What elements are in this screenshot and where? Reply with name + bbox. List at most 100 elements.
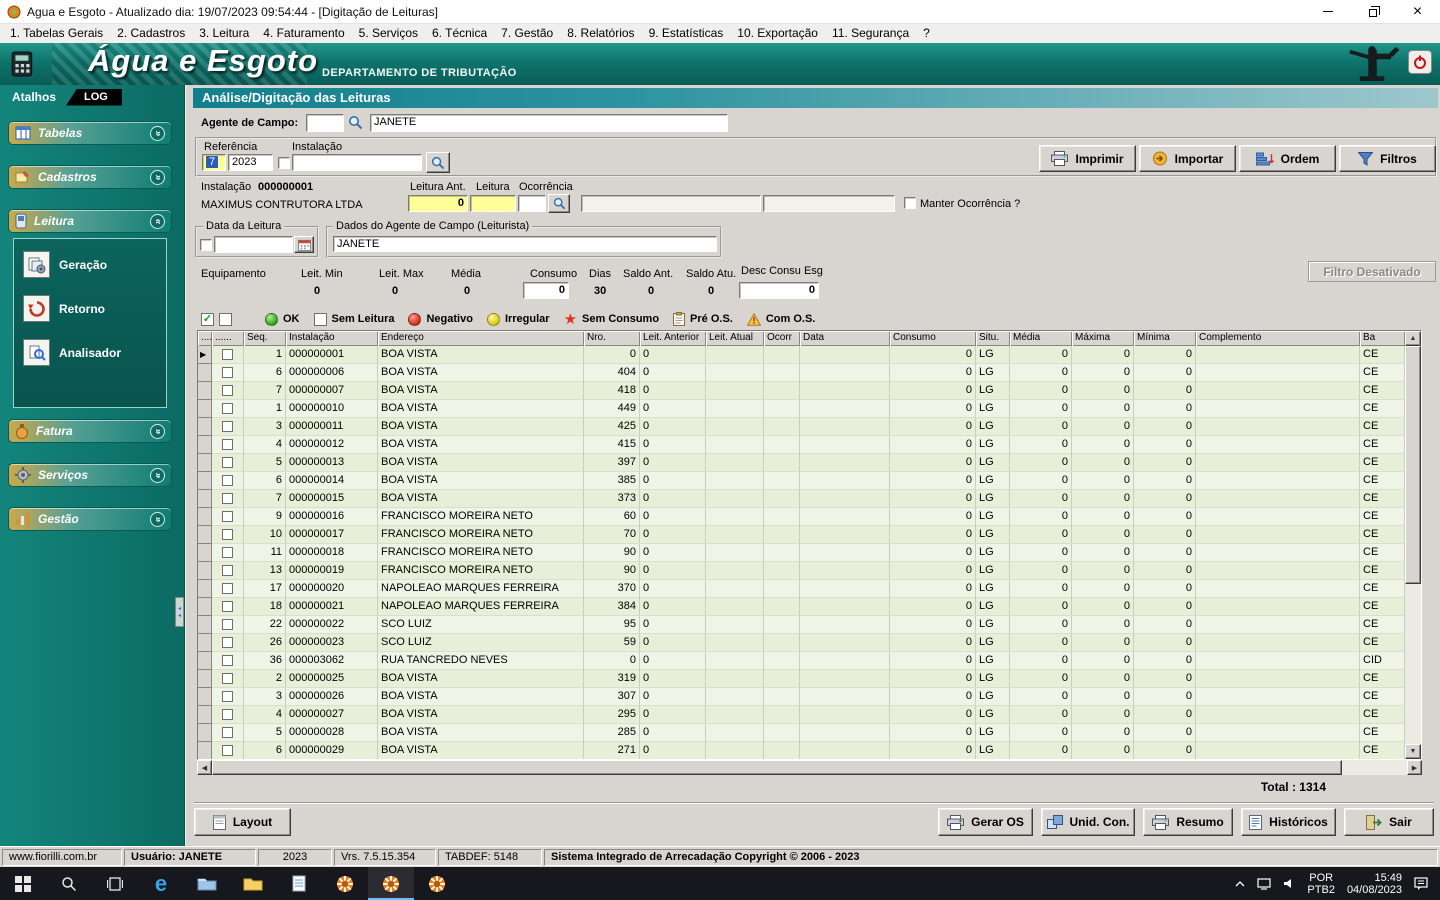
hscrollbar-thumb[interactable] — [212, 760, 1342, 775]
taskbar-app-fiorilli-1[interactable] — [322, 867, 368, 900]
table-row[interactable]: 9000000016FRANCISCO MOREIRA NETO6000LG00… — [198, 508, 1405, 526]
filtros-button[interactable]: Filtros — [1339, 145, 1436, 172]
instalacao-input[interactable] — [292, 154, 422, 171]
table-row[interactable]: 7000000015BOA VISTA37300LG000CE — [198, 490, 1405, 508]
tray-clock[interactable]: 15:49 04/08/2023 — [1347, 872, 1402, 896]
table-row[interactable]: 3000000011BOA VISTA42500LG000CE — [198, 418, 1405, 436]
column-header[interactable]: Consumo — [890, 331, 976, 346]
unid-con-button[interactable]: Unid. Con. — [1041, 808, 1135, 836]
table-row[interactable]: 2000000025BOA VISTA31900LG000CE — [198, 670, 1405, 688]
row-checkbox[interactable] — [222, 565, 233, 576]
column-header[interactable]: Máxima — [1072, 331, 1134, 346]
sidebar-item-geracao[interactable]: Geração — [23, 251, 157, 278]
taskbar-app-explorer[interactable] — [184, 867, 230, 900]
column-header[interactable]: Média — [1010, 331, 1072, 346]
start-button[interactable] — [0, 867, 46, 900]
filtro-desativado-button[interactable]: Filtro Desativado — [1308, 261, 1436, 282]
referencia-ano-input[interactable]: 2023 — [228, 154, 273, 171]
column-header[interactable]: Ba — [1360, 331, 1405, 346]
restore-button[interactable] — [1350, 0, 1395, 24]
row-checkbox[interactable] — [222, 367, 233, 378]
ocorrencia-search-button[interactable] — [548, 194, 570, 213]
column-header[interactable]: Ocorr — [764, 331, 800, 346]
horizontal-scrollbar[interactable]: ◀ ▶ — [197, 760, 1422, 775]
row-checkbox[interactable] — [222, 655, 233, 666]
menu-item-tabelas-gerais[interactable]: 1. Tabelas Gerais — [4, 25, 111, 42]
menu-item-gestao[interactable]: 7. Gestão — [495, 25, 561, 42]
historicos-button[interactable]: Históricos — [1241, 808, 1336, 836]
row-checkbox[interactable] — [222, 421, 233, 432]
table-row[interactable]: ▶1000000001BOA VISTA000LG000CE — [198, 346, 1405, 364]
referencia-checkbox[interactable] — [278, 157, 290, 169]
menu-item-cadastros[interactable]: 2. Cadastros — [111, 25, 193, 42]
sidebar-group-gestao[interactable]: Gestão « — [8, 507, 172, 531]
row-checkbox[interactable] — [222, 403, 233, 414]
sidebar-group-cadastros[interactable]: Cadastros « — [8, 165, 172, 189]
ocorrencia-codigo-input[interactable] — [518, 195, 546, 212]
importar-button[interactable]: Importar — [1139, 145, 1236, 172]
leitura-input[interactable] — [470, 195, 516, 212]
tray-volume-icon[interactable] — [1283, 878, 1295, 889]
taskbar-app-document[interactable] — [276, 867, 322, 900]
row-checkbox[interactable] — [222, 637, 233, 648]
row-checkbox[interactable] — [222, 709, 233, 720]
desc-consu-input[interactable]: 0 — [739, 282, 819, 299]
imprimir-button[interactable]: Imprimir — [1039, 145, 1136, 172]
agente-nome-input[interactable]: JANETE — [370, 114, 728, 132]
table-row[interactable]: 4000000012BOA VISTA41500LG000CE — [198, 436, 1405, 454]
ordem-button[interactable]: Ordem — [1239, 145, 1336, 172]
sair-button[interactable]: Sair — [1344, 808, 1434, 836]
table-row[interactable]: 36000003062RUA TANCREDO NEVES000LG000CID — [198, 652, 1405, 670]
deselect-all-icon[interactable] — [219, 313, 232, 326]
taskbar-app-folder[interactable] — [230, 867, 276, 900]
task-view-icon[interactable] — [92, 867, 138, 900]
select-all-icon[interactable]: ✓ — [201, 313, 214, 326]
close-button[interactable]: × — [1395, 0, 1440, 24]
table-row[interactable]: 1000000010BOA VISTA44900LG000CE — [198, 400, 1405, 418]
calendar-button[interactable] — [294, 236, 314, 253]
sidebar-group-servicos[interactable]: Serviços « — [8, 463, 172, 487]
power-button[interactable] — [1408, 50, 1432, 74]
sidebar-item-retorno[interactable]: Retorno — [23, 295, 157, 322]
instalacao-search-button[interactable] — [426, 152, 450, 173]
menu-item-servicos[interactable]: 5. Serviços — [353, 25, 426, 42]
vertical-scrollbar[interactable]: ▲ ▼ — [1405, 331, 1421, 759]
minimize-button[interactable] — [1305, 0, 1350, 24]
menu-item-estatisticas[interactable]: 9. Estatísticas — [643, 25, 732, 42]
row-checkbox[interactable] — [222, 529, 233, 540]
table-row[interactable]: 18000000021NAPOLEAO MARQUES FERREIRA3840… — [198, 598, 1405, 616]
search-icon[interactable] — [348, 115, 363, 130]
taskbar-app-edge[interactable]: e — [138, 867, 184, 900]
row-checkbox[interactable] — [222, 385, 233, 396]
column-header[interactable]: Seq. — [244, 331, 286, 346]
data-leitura-checkbox[interactable] — [200, 239, 212, 251]
sidebar-collapse-handle[interactable]: ◂◂ — [175, 597, 184, 627]
scroll-left-button[interactable]: ◀ — [197, 760, 212, 775]
row-checkbox[interactable] — [222, 583, 233, 594]
menu-item-seguranca[interactable]: 11. Segurança — [826, 25, 917, 42]
menu-item-help[interactable]: ? — [917, 25, 938, 42]
row-checkbox[interactable] — [222, 475, 233, 486]
table-row[interactable]: 13000000019FRANCISCO MOREIRA NETO9000LG0… — [198, 562, 1405, 580]
menu-item-tecnica[interactable]: 6. Técnica — [426, 25, 495, 42]
tray-chevron-icon[interactable] — [1235, 881, 1245, 887]
column-header[interactable]: Endereço — [378, 331, 584, 346]
resumo-button[interactable]: Resumo — [1143, 808, 1233, 836]
row-checkbox[interactable] — [222, 673, 233, 684]
tray-language[interactable]: POR PTB2 — [1307, 872, 1335, 896]
column-header[interactable]: ...... — [212, 331, 244, 346]
row-checkbox[interactable] — [222, 619, 233, 630]
action-center-icon[interactable] — [1414, 877, 1428, 891]
table-row[interactable]: 6000000014BOA VISTA38500LG000CE — [198, 472, 1405, 490]
row-checkbox[interactable] — [222, 547, 233, 558]
table-row[interactable]: 4000000027BOA VISTA29500LG000CE — [198, 706, 1405, 724]
leiturista-input[interactable]: JANETE — [333, 236, 717, 252]
row-checkbox[interactable] — [222, 511, 233, 522]
data-leitura-input[interactable] — [214, 236, 293, 253]
row-checkbox[interactable] — [222, 601, 233, 612]
column-header[interactable]: Data — [800, 331, 890, 346]
menu-item-leitura[interactable]: 3. Leitura — [193, 25, 257, 42]
row-checkbox[interactable] — [222, 745, 233, 756]
row-checkbox[interactable] — [222, 727, 233, 738]
scroll-up-button[interactable]: ▲ — [1405, 331, 1421, 346]
